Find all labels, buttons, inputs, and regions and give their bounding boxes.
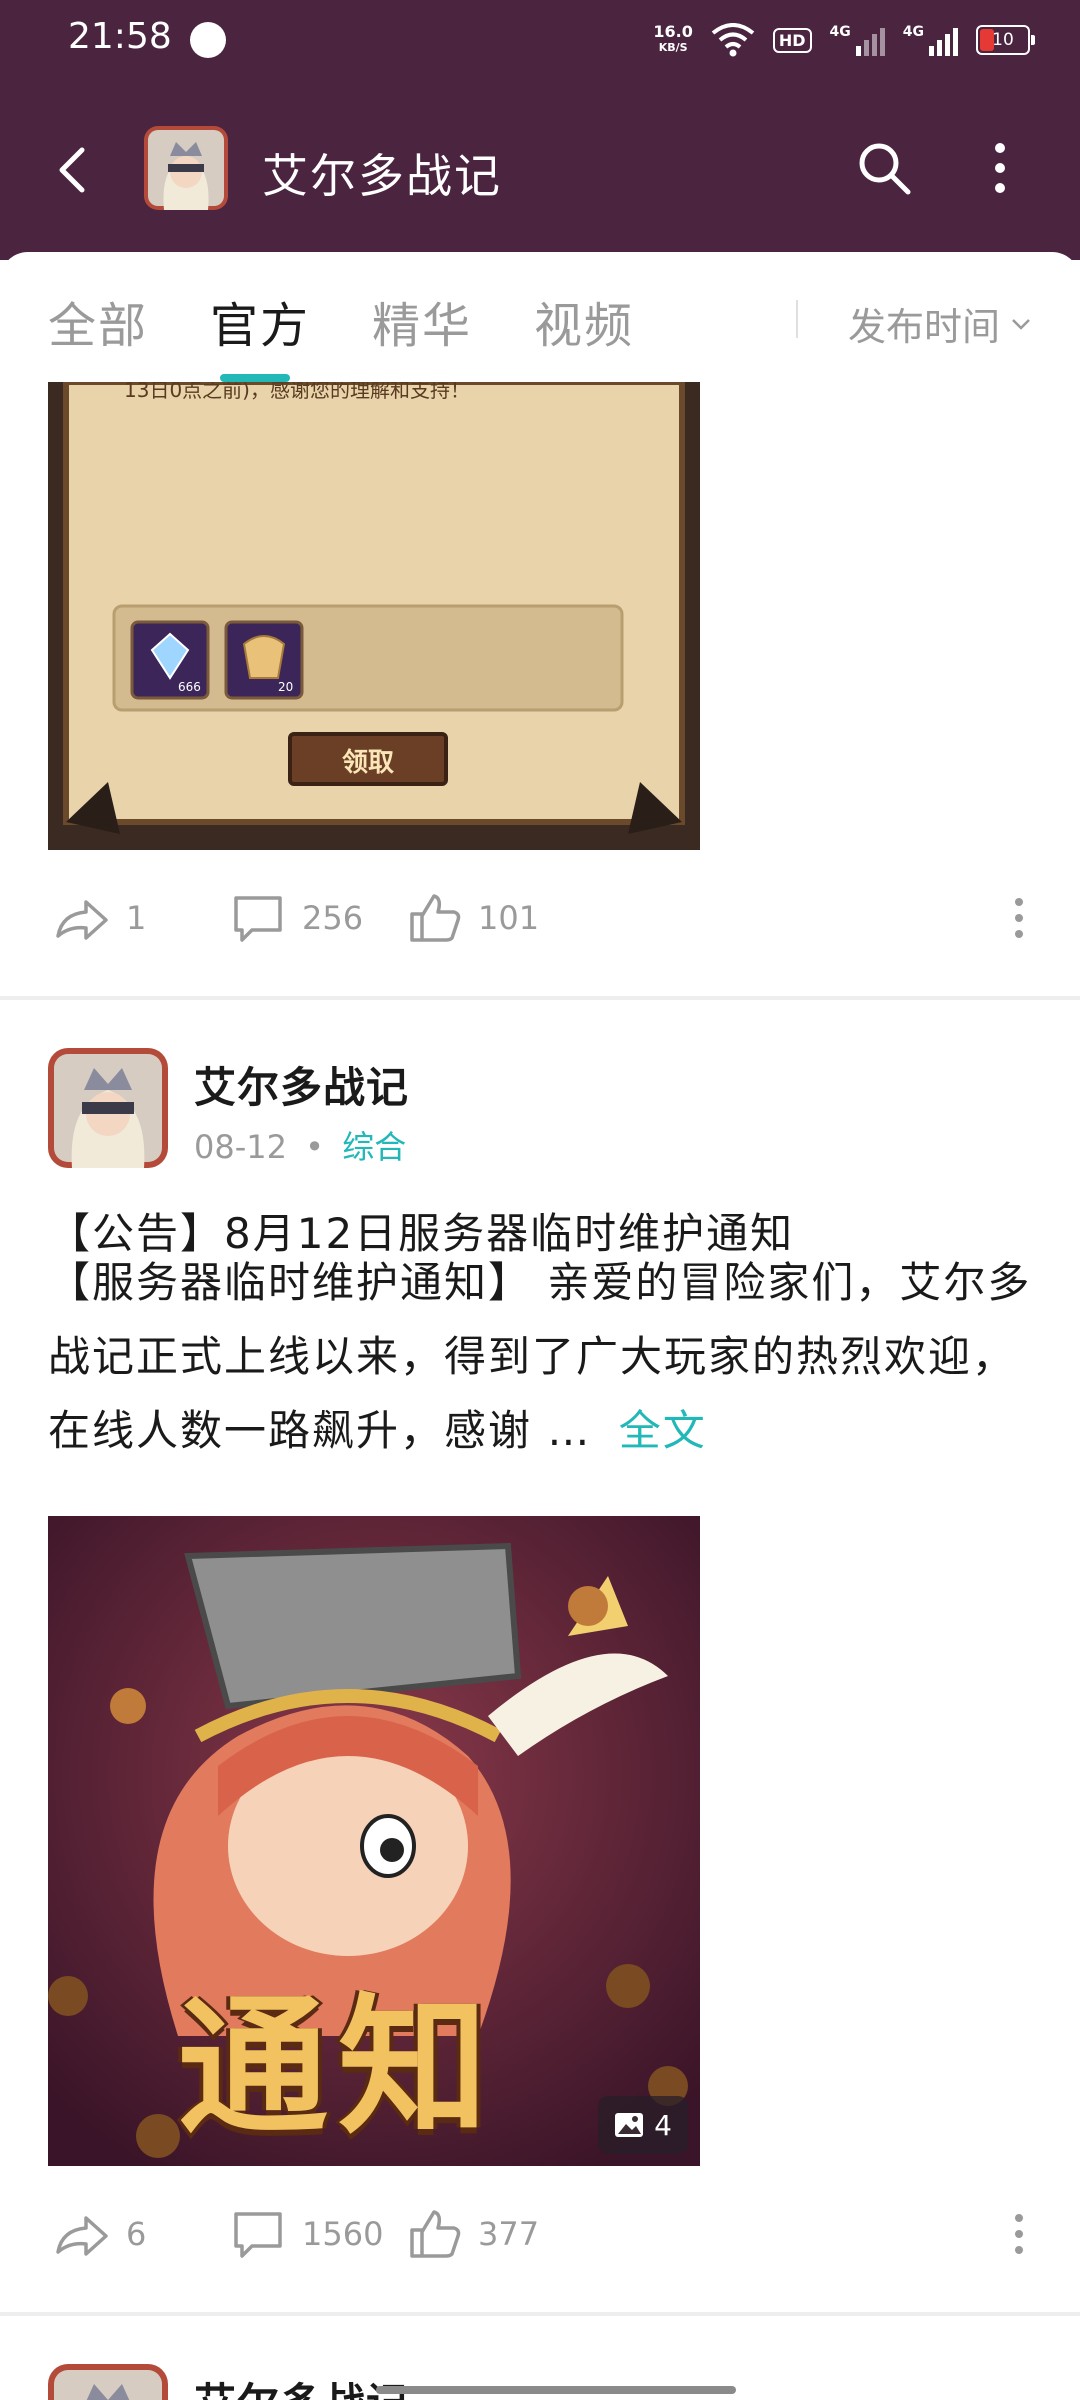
item-count-2: 20 bbox=[278, 680, 294, 694]
comment-button[interactable]: 256 bbox=[228, 890, 363, 946]
post-header: 艾尔多战记 08-12 • 综合 bbox=[0, 1048, 1080, 1178]
status-time: 21:58 bbox=[68, 16, 172, 57]
chevron-down-icon bbox=[1012, 318, 1030, 330]
post-header: 艾尔多战记 bbox=[0, 2364, 1080, 2400]
thumbs-up-icon bbox=[410, 894, 461, 942]
image-banner-text: 通知 bbox=[178, 1981, 499, 2155]
signal-icon-1: 4G bbox=[830, 24, 885, 56]
comment-count: 256 bbox=[302, 899, 364, 937]
more-vertical-icon[interactable] bbox=[980, 136, 1020, 200]
battery-level: 10 bbox=[992, 30, 1014, 50]
network-speed-value: 16.0 bbox=[653, 22, 693, 41]
post-actions: 1 256 101 bbox=[0, 878, 1080, 958]
post-divider bbox=[0, 2312, 1080, 2316]
tab-bar: 全部 官方 精华 视频 发布时间 bbox=[0, 252, 1080, 382]
battery-icon: 10 bbox=[976, 25, 1035, 55]
status-bar: 21:58 16.0 KB/S HD 4G 4G 10 bbox=[0, 0, 1080, 80]
game-icon[interactable] bbox=[144, 126, 228, 210]
post-date: 08-12 bbox=[194, 1128, 287, 1166]
image-count: 4 bbox=[654, 2108, 672, 2142]
active-tab-indicator bbox=[220, 374, 290, 382]
post-feed[interactable]: 13日0点之前)，感谢您的理解和支持！ 666 20 领取 1 256 101 bbox=[0, 382, 1080, 2400]
home-indicator[interactable] bbox=[376, 2386, 736, 2394]
search-icon[interactable] bbox=[852, 136, 916, 200]
post-actions: 6 1560 377 bbox=[0, 2194, 1080, 2274]
post-more-icon[interactable] bbox=[1004, 890, 1034, 946]
post-excerpt-text: 【服务器临时维护通知】 亲爱的冒险家们，艾尔多战记正式上线以来，得到了广大玩家的… bbox=[48, 1258, 1032, 1455]
thumbs-up-icon bbox=[410, 2210, 461, 2258]
comment-count: 1560 bbox=[302, 2215, 384, 2253]
item-count-1: 666 bbox=[178, 680, 201, 694]
read-more-link[interactable]: 全文 bbox=[619, 1406, 707, 1455]
post-image[interactable]: 13日0点之前)，感谢您的理解和支持！ 666 20 领取 bbox=[48, 382, 700, 850]
like-count: 101 bbox=[478, 899, 540, 937]
tab-official[interactable]: 官方 bbox=[210, 286, 310, 356]
like-button[interactable]: 377 bbox=[404, 2206, 539, 2262]
sort-label: 发布时间 bbox=[848, 305, 1001, 349]
post-meta: 08-12 • 综合 bbox=[194, 1122, 406, 1168]
wifi-icon bbox=[711, 23, 755, 57]
post-divider bbox=[0, 996, 1080, 1000]
network-type-1: 4G bbox=[829, 24, 851, 40]
network-speed-unit: KB/S bbox=[658, 41, 688, 54]
share-count: 1 bbox=[126, 899, 147, 937]
like-button[interactable]: 101 bbox=[404, 890, 539, 946]
app-header: 21:58 16.0 KB/S HD 4G 4G 10 艾尔多战记 bbox=[0, 0, 1080, 260]
tab-all[interactable]: 全部 bbox=[48, 286, 148, 356]
share-icon bbox=[56, 2216, 108, 2256]
share-icon bbox=[56, 900, 108, 940]
post-image[interactable]: 通知 4 bbox=[48, 1516, 700, 2166]
meta-separator: • bbox=[305, 1128, 325, 1166]
notification-icon bbox=[190, 22, 226, 58]
avatar[interactable] bbox=[48, 2364, 168, 2400]
network-type-2: 4G bbox=[902, 24, 924, 40]
page-title: 艾尔多战记 bbox=[262, 149, 502, 203]
comment-icon bbox=[234, 2212, 282, 2258]
share-button[interactable]: 6 bbox=[52, 2206, 146, 2262]
share-button[interactable]: 1 bbox=[52, 890, 146, 946]
comment-button[interactable]: 1560 bbox=[228, 2206, 383, 2262]
like-count: 377 bbox=[478, 2215, 540, 2253]
avatar[interactable] bbox=[48, 1048, 168, 1168]
sort-dropdown[interactable]: 发布时间 bbox=[848, 296, 1032, 351]
tab-divider bbox=[796, 300, 798, 338]
tab-featured[interactable]: 精华 bbox=[372, 286, 472, 356]
image-icon bbox=[615, 2113, 644, 2137]
image-notice-text: 13日0点之前)，感谢您的理解和支持！ bbox=[124, 382, 470, 402]
hd-badge: HD bbox=[772, 27, 812, 53]
claim-button-image: 领取 bbox=[342, 748, 395, 778]
post-author[interactable]: 艾尔多战记 bbox=[194, 2370, 409, 2400]
status-indicators: 16.0 KB/S HD 4G 4G 10 bbox=[653, 18, 1035, 62]
tab-video[interactable]: 视频 bbox=[534, 286, 634, 356]
image-count-badge: 4 bbox=[598, 2096, 688, 2154]
post-category[interactable]: 综合 bbox=[342, 1128, 406, 1166]
post-excerpt[interactable]: 【服务器临时维护通知】 亲爱的冒险家们，艾尔多战记正式上线以来，得到了广大玩家的… bbox=[48, 1246, 1038, 1468]
comment-icon bbox=[234, 896, 282, 942]
app-bar: 艾尔多战记 bbox=[0, 120, 1080, 220]
back-arrow-icon[interactable] bbox=[44, 140, 104, 200]
content-panel: 全部 官方 精华 视频 发布时间 13日0点之前)，感谢您的理解和支持！ 666… bbox=[0, 252, 1080, 2400]
network-speed: 16.0 KB/S bbox=[653, 24, 692, 56]
post-more-icon[interactable] bbox=[1004, 2206, 1034, 2262]
signal-icon-2: 4G bbox=[903, 24, 958, 56]
post-author[interactable]: 艾尔多战记 bbox=[194, 1054, 409, 1115]
share-count: 6 bbox=[126, 2215, 147, 2253]
